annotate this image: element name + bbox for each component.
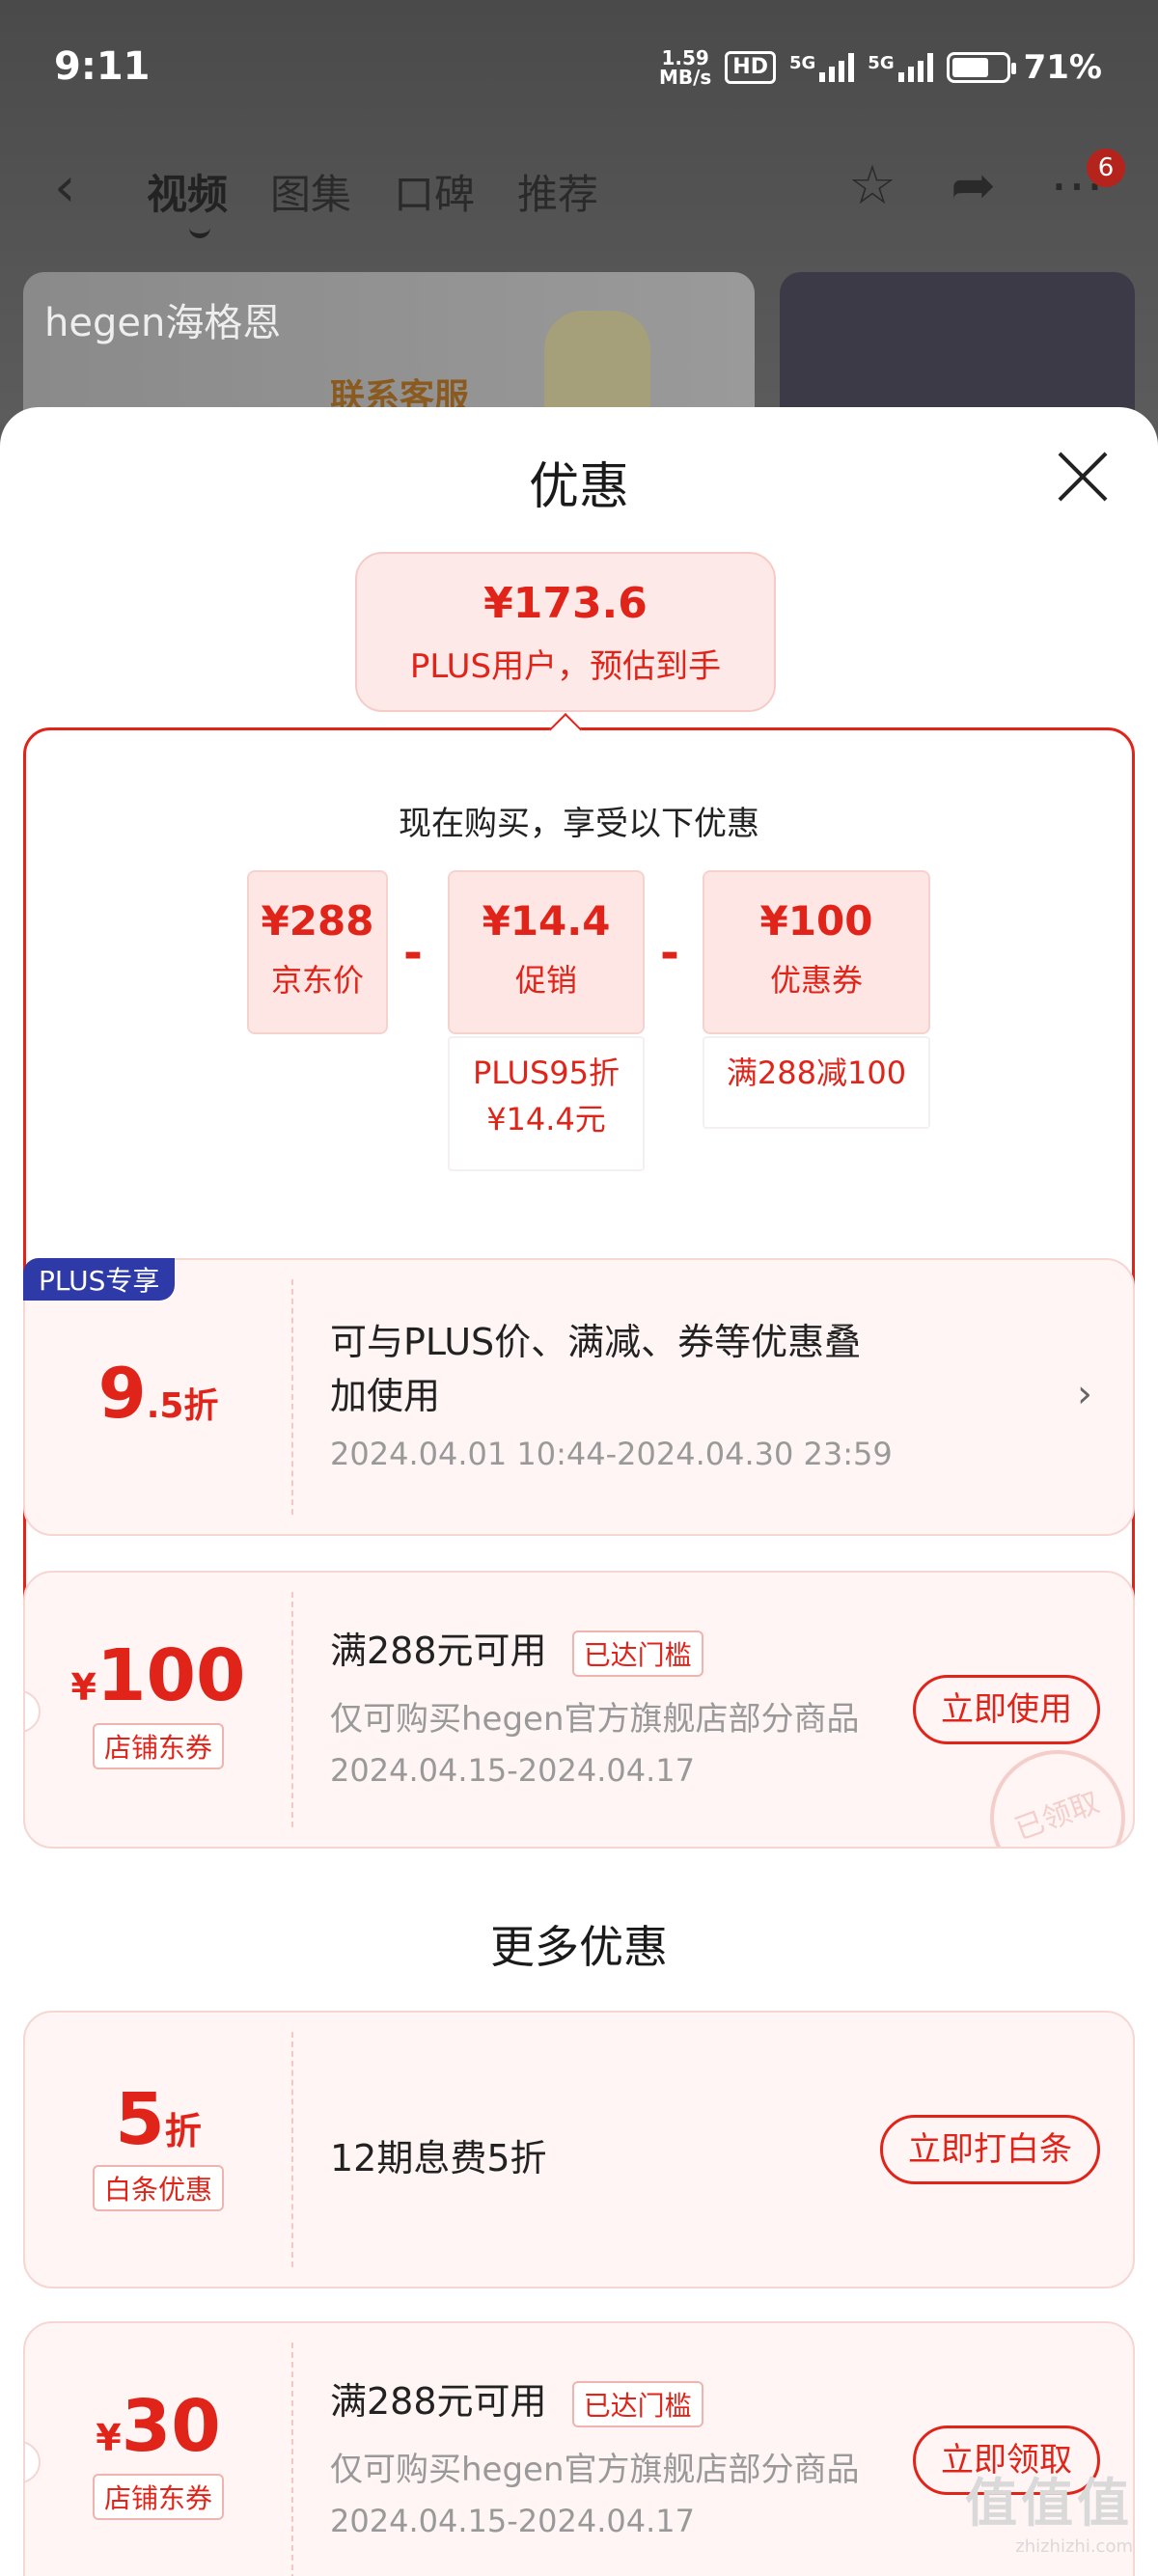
site-watermark: 值值值 zhizhizhi.com bbox=[965, 2473, 1133, 2557]
claimed-stamp: 已领取 bbox=[971, 1731, 1133, 1847]
signal-icon: 5G bbox=[789, 53, 855, 82]
baitiao-card: 5折 白条优惠 12期息费5折 立即打白条 bbox=[23, 2011, 1135, 2288]
more-icon[interactable]: ⋯ 6 bbox=[1050, 149, 1125, 217]
tab-recommend[interactable]: 推荐 bbox=[517, 162, 598, 221]
sheet-title: 优惠 bbox=[528, 458, 629, 516]
coupon-condition: 满288元可用 已达门槛 bbox=[330, 1621, 703, 1677]
baitiao-button[interactable]: 立即打白条 bbox=[880, 2115, 1100, 2184]
chevron-right-icon[interactable]: › bbox=[1077, 1372, 1092, 1416]
nav-tabs: 视频 图集 口碑 推荐 bbox=[147, 162, 598, 238]
threshold-met-tag: 已达门槛 bbox=[571, 1630, 703, 1677]
coupon-scope: 仅可购买hegen官方旗舰店部分商品 bbox=[330, 1700, 860, 1739]
promotion-note: PLUS95折 ¥14.4元 bbox=[448, 1036, 645, 1171]
dashed-divider bbox=[291, 1279, 293, 1515]
hd-icon: HD bbox=[725, 51, 776, 84]
plus-exclusive-badge: PLUS专享 bbox=[23, 1258, 176, 1301]
share-icon[interactable]: ➦ bbox=[951, 154, 996, 217]
battery-level: 71% bbox=[1023, 48, 1102, 87]
discount-sheet: 优惠 ¥173.6 PLUS用户，预估到手 现在购买，享受以下优惠 ¥288 京… bbox=[0, 407, 1158, 2576]
dashed-divider bbox=[291, 1592, 293, 1827]
nav-actions: ☆ ➦ ⋯ 6 bbox=[848, 149, 1125, 217]
top-nav: ‹ 视频 图集 口碑 推荐 ☆ ➦ ⋯ 6 bbox=[0, 145, 1158, 238]
coupon-note: 满288减100 bbox=[703, 1036, 930, 1129]
dashed-divider bbox=[291, 2343, 293, 2576]
notification-badge: 6 bbox=[1087, 149, 1125, 187]
coupon-value: ¥30 店铺东券 bbox=[25, 2323, 291, 2576]
coupon-scope: 仅可购买hegen官方旗舰店部分商品 bbox=[330, 2451, 860, 2489]
estimated-price: ¥173.6 bbox=[483, 579, 648, 628]
promotion-item: ¥14.4 促销 bbox=[448, 870, 645, 1034]
more-offers-title: 更多优惠 bbox=[490, 1921, 668, 1973]
jd-price-item: ¥288 京东价 bbox=[247, 870, 388, 1034]
card-title: 可与PLUS价、满减、券等优惠叠 bbox=[330, 1321, 862, 1363]
discount-value: 5折 白条优惠 bbox=[25, 2013, 291, 2287]
dashed-divider bbox=[291, 2032, 293, 2267]
threshold-met-tag: 已达门槛 bbox=[571, 2380, 703, 2427]
store-coupon-card: ¥100 店铺东券 满288元可用 已达门槛 仅可购买hegen官方旗舰店部分商… bbox=[23, 1571, 1135, 1849]
coupon-condition: 满288元可用 已达门槛 bbox=[330, 2371, 703, 2427]
back-icon[interactable]: ‹ bbox=[54, 156, 75, 219]
tab-reviews[interactable]: 口碑 bbox=[394, 162, 475, 221]
offer-title: 12期息费5折 bbox=[330, 2137, 547, 2179]
validity-date: 2024.04.01 10:44-2024.04.30 23:59 bbox=[330, 1436, 893, 1472]
battery-icon bbox=[946, 52, 1016, 83]
validity-date: 2024.04.15-2024.04.17 bbox=[330, 2503, 695, 2539]
estimated-label: PLUS用户，预估到手 bbox=[409, 647, 722, 686]
close-icon[interactable] bbox=[1056, 450, 1110, 504]
coupon-type-tag: 店铺东券 bbox=[92, 2474, 224, 2520]
minus-sign: - bbox=[660, 926, 679, 980]
offer-type-tag: 白条优惠 bbox=[92, 2165, 224, 2211]
coupon-type-tag: 店铺东券 bbox=[92, 1723, 224, 1769]
tab-video[interactable]: 视频 bbox=[147, 162, 228, 238]
coupon-value: ¥100 店铺东券 bbox=[25, 1573, 291, 1847]
tab-gallery[interactable]: 图集 bbox=[270, 162, 351, 221]
coupon-item: ¥100 优惠券 bbox=[703, 870, 930, 1034]
card-title-line2: 加使用 bbox=[330, 1375, 441, 1417]
minus-sign: - bbox=[403, 926, 423, 980]
breakdown-heading: 现在购买，享受以下优惠 bbox=[399, 805, 759, 843]
use-now-button[interactable]: 立即使用 bbox=[913, 1675, 1100, 1744]
network-speed: 1.59 MB/s bbox=[658, 46, 712, 89]
plus-discount-card[interactable]: 9.5折 可与PLUS价、满减、券等优惠叠 加使用 2024.04.01 10:… bbox=[23, 1258, 1135, 1536]
star-icon[interactable]: ☆ bbox=[848, 154, 896, 217]
clock: 9:11 bbox=[54, 44, 151, 89]
status-bar: 9:11 1.59 MB/s HD 5G 5G 71% bbox=[0, 0, 1158, 135]
brand-logo: hegen海格恩 bbox=[44, 301, 282, 345]
signal-icon-2: 5G bbox=[868, 53, 933, 82]
estimated-price-box: ¥173.6 PLUS用户，预估到手 bbox=[355, 552, 776, 712]
validity-date: 2024.04.15-2024.04.17 bbox=[330, 1752, 695, 1789]
discount-value: 9.5折 bbox=[97, 1353, 219, 1434]
status-icons: 1.59 MB/s HD 5G 5G 71% bbox=[659, 48, 1102, 87]
